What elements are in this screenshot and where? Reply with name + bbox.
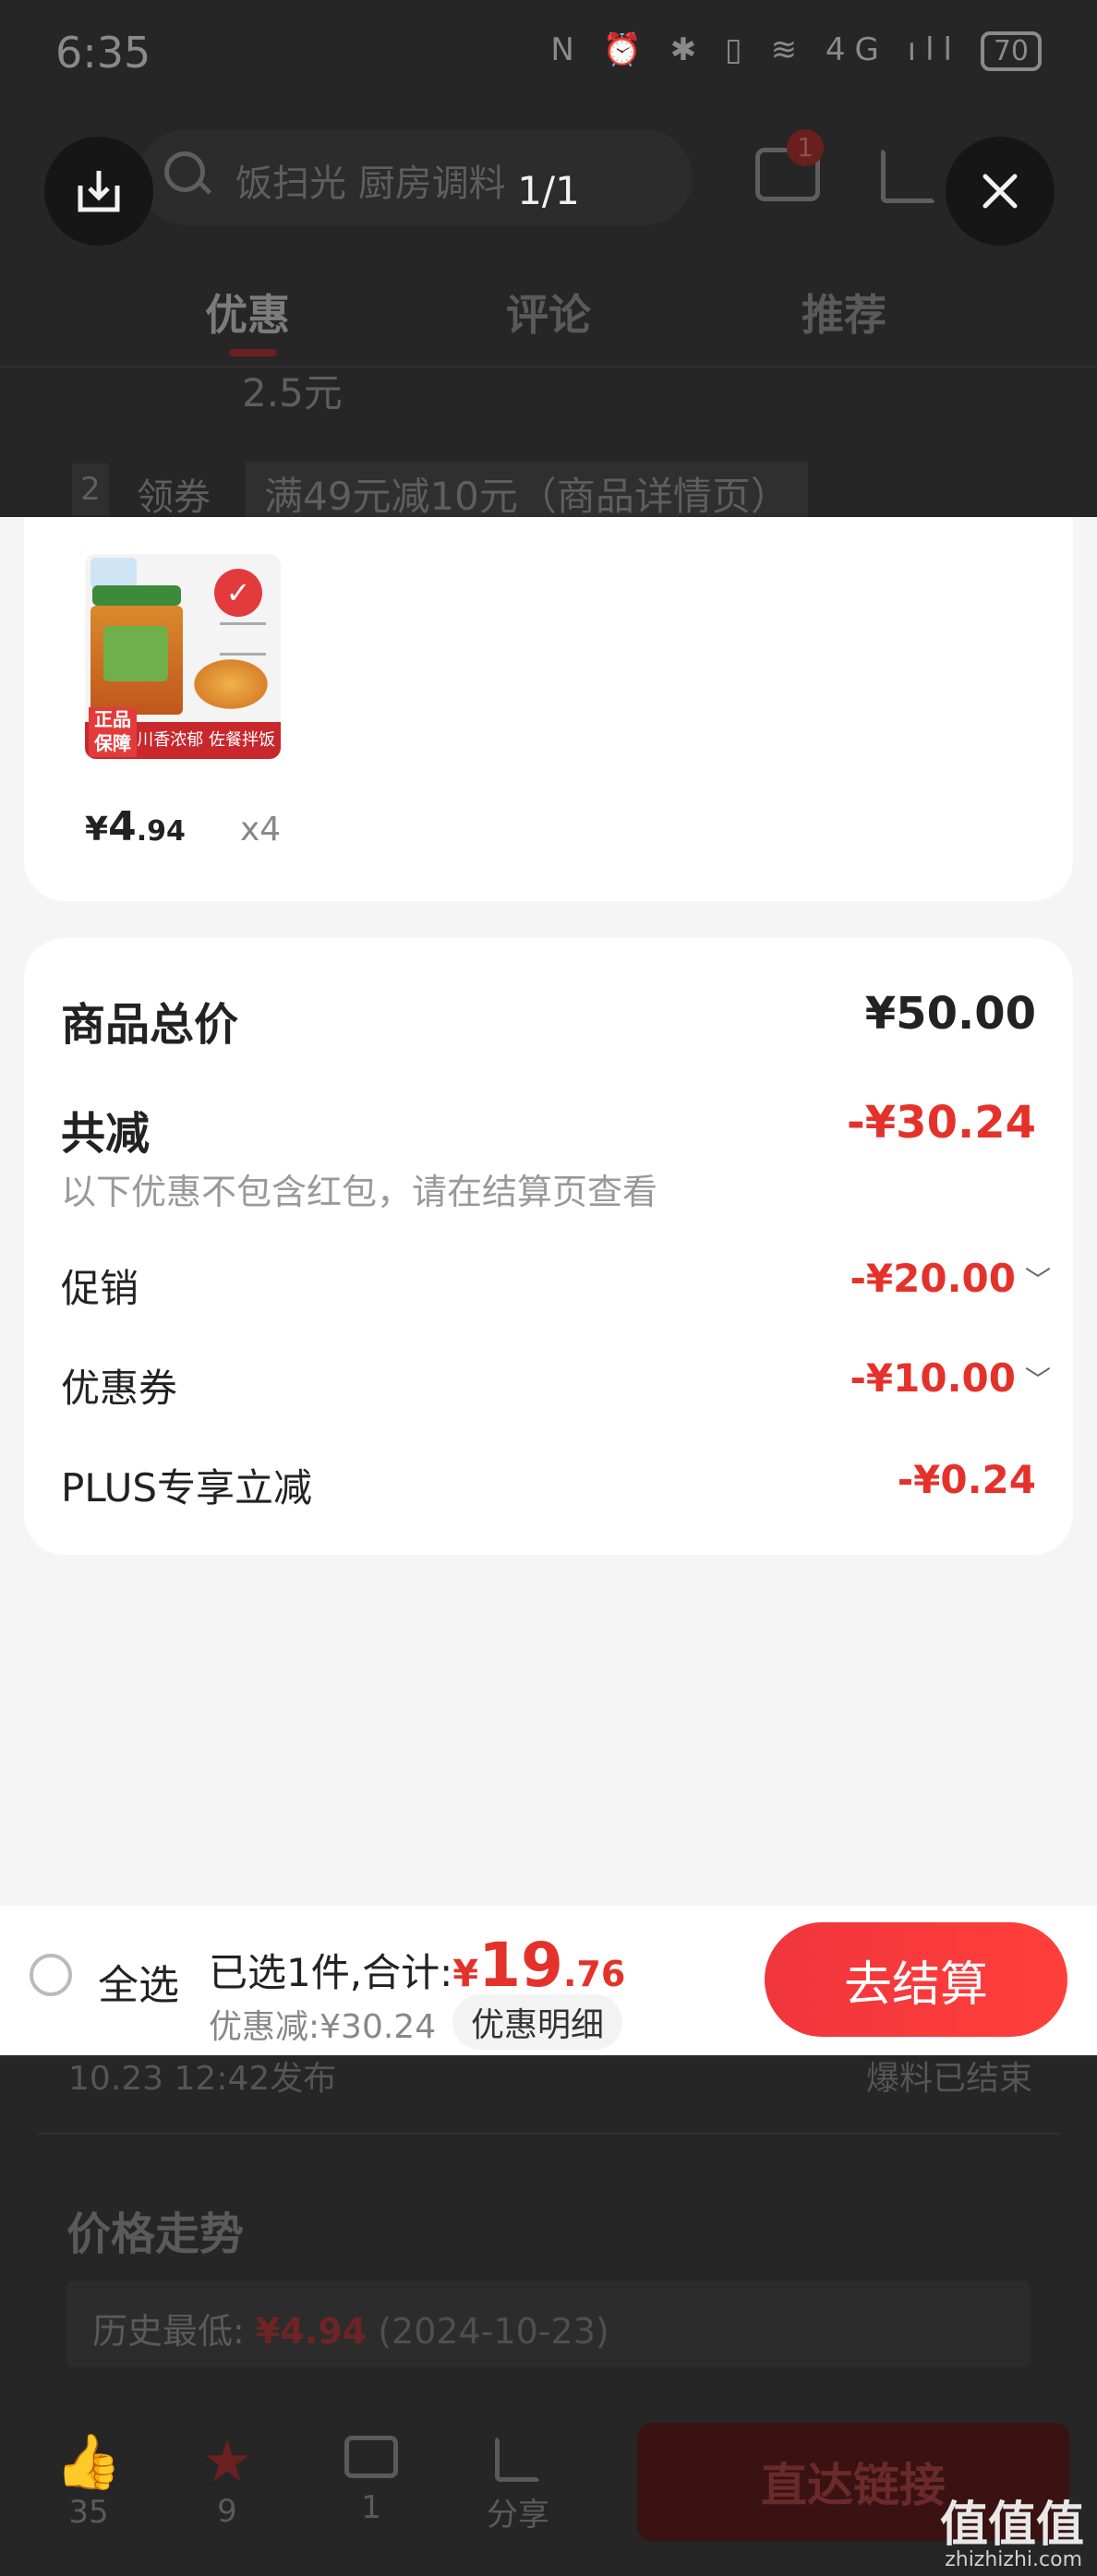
discount-value: -¥30.24	[846, 1097, 1036, 1149]
comment-count: 1	[361, 2489, 381, 2526]
share-action[interactable]: 分享	[476, 2430, 560, 2534]
sheet-empty-area	[0, 1555, 1097, 1906]
watermark-url: zhizhizhi.com	[945, 2548, 1082, 2571]
image-counter: 1/1	[517, 168, 580, 213]
partial-price-text: 2.5元	[242, 370, 343, 415]
checkout-total-decimal: .76	[562, 1954, 626, 1994]
jar-label	[103, 626, 168, 681]
sheet-gap	[0, 901, 1097, 938]
plus-discount-value: -¥0.24	[897, 1457, 1036, 1502]
price-trend-title: 价格走势	[66, 2209, 245, 2260]
step-detail: 满49元减10元（商品详情页）	[246, 462, 808, 525]
close-icon	[982, 174, 1018, 209]
comment-action[interactable]: 1	[334, 2430, 408, 2526]
tab-recommend[interactable]: 推荐	[802, 282, 886, 343]
step-number: 2	[72, 463, 109, 515]
checkout-total-symbol: ¥	[452, 1953, 479, 1995]
check-badge-icon: ✓	[214, 569, 262, 617]
price-symbol: ¥	[85, 811, 109, 849]
price-decimal: .94	[136, 815, 186, 848]
coupon-value: -¥10.00	[850, 1355, 1016, 1401]
discount-label: 共减	[61, 1108, 151, 1160]
history-low-price: ¥4.94	[255, 2311, 368, 2352]
chevron-down-icon: ﹀	[1024, 1264, 1051, 1295]
deal-status: 爆料已结束	[865, 2060, 1032, 2098]
tab-discount[interactable]: 优惠	[205, 282, 290, 343]
message-badge: 1	[787, 129, 824, 166]
share-action-icon	[495, 2436, 541, 2482]
total-value: ¥50.00	[864, 988, 1036, 1040]
saved-amount-text: 优惠减:¥30.24	[209, 2008, 437, 2046]
section-divider	[37, 2133, 1060, 2135]
comment-icon	[344, 2436, 398, 2478]
publish-time: 10.23 12:42发布	[68, 2060, 337, 2098]
checkout-button[interactable]: 去结算	[765, 1922, 1067, 2037]
favorite-action[interactable]: ★ 9	[190, 2427, 264, 2531]
tab-comments[interactable]: 评论	[506, 282, 591, 343]
status-icons: N ⏰ ✱ ▯ ≋ 4G ıll 70	[550, 31, 1042, 71]
coupon-row[interactable]: -¥10.00 ﹀	[850, 1355, 1051, 1401]
tabs-divider	[0, 366, 1097, 367]
promotion-row[interactable]: -¥20.00 ﹀	[850, 1256, 1051, 1301]
selected-count-text: 已选1件,合计:	[209, 1950, 453, 1995]
total-label: 商品总价	[61, 999, 239, 1051]
close-button[interactable]	[946, 137, 1055, 246]
promotion-value: -¥20.00	[850, 1256, 1016, 1301]
watermark-logo: 值值值	[939, 2498, 1084, 2553]
feature-list	[220, 622, 266, 656]
status-indicator-icons: N ⏰ ✱ ▯ ≋ 4G ıll	[550, 31, 961, 68]
history-low: 历史最低: ¥4.94 (2024-10-23)	[92, 2303, 609, 2353]
select-all-label[interactable]: 全选	[98, 1952, 179, 2011]
thumbs-up-icon: 👍	[54, 2430, 123, 2493]
food-bowl	[188, 656, 273, 713]
share-label: 分享	[487, 2497, 549, 2534]
like-count: 35	[68, 2494, 109, 2531]
history-low-date: (2024-10-23)	[378, 2311, 609, 2352]
star-icon: ★	[201, 2427, 253, 2495]
plus-discount-label: PLUS专享立减	[61, 1465, 313, 1511]
discount-detail-button[interactable]: 优惠明细	[452, 1994, 623, 2050]
like-action[interactable]: 👍 35	[52, 2430, 126, 2531]
product-price: ¥4.94	[85, 803, 186, 850]
checkout-total-integer: 19	[478, 1930, 563, 2001]
chevron-down-icon: ﹀	[1024, 1364, 1051, 1395]
discount-note: 以下优惠不包含红包，请在结算页查看	[61, 1172, 658, 1212]
favorite-count: 9	[217, 2493, 237, 2530]
coupon-label: 优惠券	[61, 1366, 178, 1411]
brand-logo	[90, 558, 137, 589]
product-image[interactable]: ✓ 川香浓郁 佐餐拌饭 正品保障	[85, 554, 281, 759]
step-label: 领券	[137, 476, 211, 519]
status-time: 6:35	[55, 28, 151, 78]
price-integer: 4	[108, 803, 137, 850]
promotion-label: 促销	[61, 1266, 139, 1311]
product-quantity: x4	[240, 811, 282, 849]
select-all-checkbox[interactable]	[30, 1954, 72, 1996]
jar-lid	[92, 585, 181, 606]
battery-indicator: 70	[980, 31, 1042, 71]
authentic-badge: 正品保障	[89, 707, 137, 757]
tab-active-indicator	[229, 349, 277, 356]
selected-summary: 已选1件,合计: ¥ 19 .76	[209, 1930, 625, 2001]
history-low-label: 历史最低:	[92, 2311, 245, 2352]
